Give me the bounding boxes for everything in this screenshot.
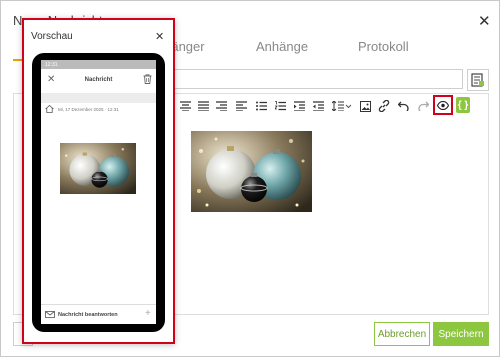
reply-bar[interactable]: Nachricht beantworten +: [41, 304, 156, 324]
phone-status-bar: 12:31: [41, 60, 156, 69]
christmas-ornaments-image: [191, 131, 312, 212]
preview-close-button[interactable]: ✕: [155, 30, 164, 43]
eye-icon: [437, 100, 449, 110]
outdent-icon: [312, 101, 324, 111]
bullet-list-button[interactable]: [253, 97, 269, 115]
line-height-icon: [332, 101, 352, 111]
phone-message-image: [60, 143, 136, 194]
line-height-dropdown[interactable]: [331, 97, 353, 115]
reply-label: Nachricht beantworten: [58, 312, 118, 318]
redo-icon: [417, 101, 429, 111]
mail-icon: [45, 311, 55, 318]
placeholder-button[interactable]: { }: [456, 97, 470, 113]
save-button[interactable]: Speichern: [433, 322, 489, 346]
image-icon: [359, 100, 371, 112]
numbered-list-button[interactable]: [272, 97, 288, 115]
phone-app-title: Nachricht: [84, 77, 113, 83]
phone-app-bar: ✕ Nachricht: [41, 69, 156, 93]
align-justify-icon: [197, 101, 209, 111]
undo-button[interactable]: [395, 97, 411, 115]
link-icon: [378, 100, 390, 112]
dialog-close-button[interactable]: ✕: [478, 12, 491, 30]
plus-icon: +: [145, 308, 151, 319]
editor-christmas-ornaments-image[interactable]: [191, 131, 312, 212]
template-icon: [471, 73, 484, 87]
align-left-button[interactable]: [233, 97, 249, 115]
phone-frame: 12:31 ✕ Nachricht Mi, 17 Dezember 2025 ·…: [32, 53, 165, 332]
message-date: Mi, 17 Dezember 2025 · 12:31: [58, 107, 119, 112]
phone-status-time: 12:31: [45, 62, 58, 68]
align-right-button[interactable]: [213, 97, 229, 115]
align-center-icon: [179, 101, 191, 111]
preview-button[interactable]: [433, 95, 453, 115]
indent-icon: [293, 101, 305, 111]
preview-title: Vorschau: [31, 31, 73, 42]
insert-link-button[interactable]: [376, 97, 392, 115]
phone-separator: [41, 93, 156, 103]
redo-button[interactable]: [415, 97, 431, 115]
template-button[interactable]: [467, 69, 489, 91]
phone-screen: 12:31 ✕ Nachricht Mi, 17 Dezember 2025 ·…: [41, 60, 156, 324]
subject-input[interactable]: [161, 69, 463, 89]
tab-attachments[interactable]: Anhänge: [256, 39, 308, 54]
align-center-button[interactable]: [177, 97, 193, 115]
message-meta: Mi, 17 Dezember 2025 · 12:31: [41, 103, 156, 115]
home-icon: [45, 105, 54, 113]
bullet-list-icon: [255, 101, 267, 111]
align-right-icon: [215, 101, 227, 111]
stage: Neue Nachricht ✕ Empfänger Anhänge Proto…: [0, 0, 500, 357]
align-left-icon: [235, 101, 247, 111]
align-justify-button[interactable]: [195, 97, 211, 115]
christmas-ornaments-image: [60, 143, 136, 194]
insert-image-button[interactable]: [357, 97, 373, 115]
indent-button[interactable]: [291, 97, 307, 115]
outdent-button[interactable]: [310, 97, 326, 115]
cancel-button[interactable]: Abbrechen: [374, 322, 430, 346]
undo-icon: [397, 101, 409, 111]
numbered-list-icon: [274, 101, 286, 111]
preview-panel: Vorschau ✕ 12:31 ✕ Nachricht Mi, 17 Deze…: [22, 18, 175, 344]
tab-log[interactable]: Protokoll: [358, 39, 409, 54]
trash-icon: [143, 74, 152, 84]
